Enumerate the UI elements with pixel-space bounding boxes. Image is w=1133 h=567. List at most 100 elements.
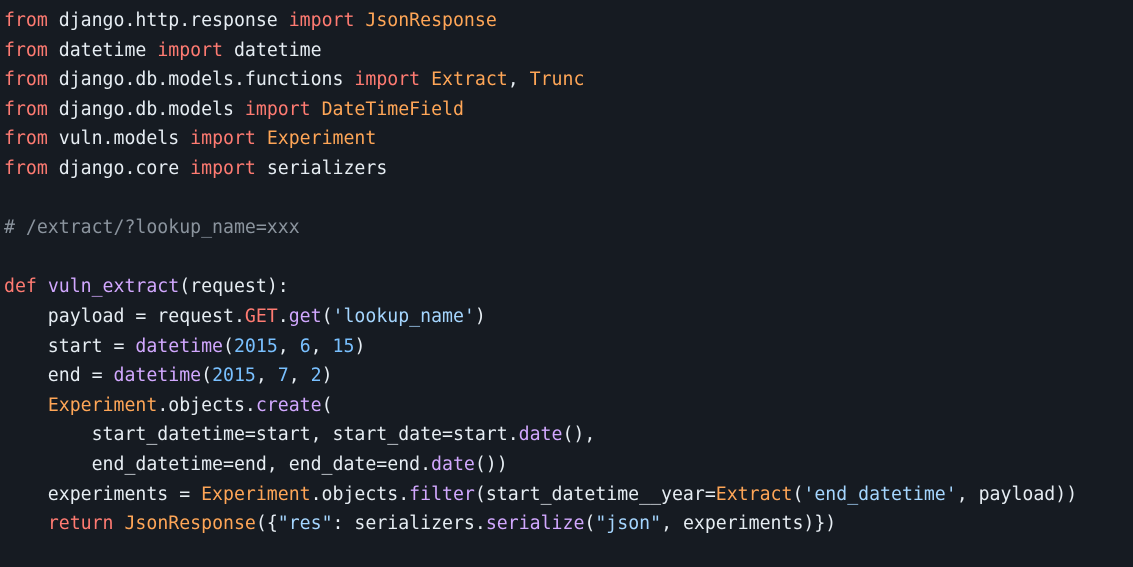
function-token: datetime <box>135 335 224 357</box>
class-token: Extract <box>431 69 508 91</box>
code-token: ) <box>321 365 333 387</box>
code-token: (start_datetime__year= <box>474 483 716 505</box>
code-token: , <box>310 335 333 357</box>
code-line: end = datetime(2015, 7, 2) <box>4 361 1133 391</box>
code-token: experiments = <box>4 483 202 505</box>
code-token: ( <box>584 513 596 535</box>
number-token: 15 <box>332 335 355 357</box>
code-token: (request): <box>179 276 289 298</box>
code-token: , <box>255 365 278 387</box>
code-token: django.db.models.functions <box>47 69 355 91</box>
code-line: from datetime import datetime <box>4 36 1133 66</box>
class-token: JsonResponse <box>365 10 497 31</box>
function-token: date <box>431 453 475 475</box>
keyword-token: import <box>190 157 256 179</box>
code-line: payload = request.GET.get('lookup_name') <box>4 302 1133 332</box>
code-token: ( <box>321 394 333 416</box>
code-token: serializers <box>255 157 388 179</box>
string-token: "res" <box>277 513 333 535</box>
code-token: .objects. <box>157 394 256 416</box>
code-editor: from django.http.response import JsonRes… <box>0 0 1133 567</box>
class-token: DateTimeField <box>321 98 464 120</box>
code-token: ({ <box>255 513 278 535</box>
keyword-token: return <box>47 513 114 535</box>
code-token: ( <box>223 335 234 357</box>
function-token: get <box>288 305 322 327</box>
code-line: return JsonResponse({"res": serializers.… <box>4 509 1133 539</box>
keyword-token: from <box>4 128 48 150</box>
keyword-token: from <box>4 157 48 179</box>
keyword-token: from <box>4 10 48 31</box>
code-token: ()) <box>474 453 508 475</box>
number-token: 2015 <box>233 335 278 357</box>
code-line: Experiment.objects.create( <box>4 391 1133 421</box>
number-token: 7 <box>277 365 289 387</box>
code-token: datetime <box>47 39 158 61</box>
code-token: , <box>288 365 311 387</box>
code-token: vuln.models <box>47 128 191 150</box>
keyword-token: from <box>4 98 48 120</box>
code-token: (), <box>562 424 596 446</box>
string-token: "json" <box>595 513 662 535</box>
code-token: ( <box>201 365 213 387</box>
function-token: vuln_extract <box>47 276 180 298</box>
class-token: Experiment <box>47 394 158 416</box>
code-token: . <box>277 305 289 327</box>
code-token: , experiments)}) <box>661 513 837 535</box>
number-token: 6 <box>299 335 311 357</box>
comment-token: # /extract/?lookup_name=xxx <box>4 217 300 239</box>
code-token: start_datetime=start, start_date=start. <box>4 424 519 446</box>
code-line: # /extract/?lookup_name=xxx <box>4 213 1133 243</box>
code-line: from django.db.models import DateTimeFie… <box>4 95 1133 125</box>
code-line: ​ <box>4 243 1133 273</box>
keyword-token: import <box>354 69 421 91</box>
code-lines: from django.http.response import JsonRes… <box>4 6 1133 539</box>
code-line: from django.http.response import JsonRes… <box>4 6 1133 36</box>
code-token: , <box>277 335 300 357</box>
code-line: ​ <box>4 184 1133 214</box>
code-line: from django.db.models.functions import E… <box>4 65 1133 95</box>
keyword-token: GET <box>244 305 278 327</box>
keyword-token: def <box>4 276 37 298</box>
code-token: ) <box>474 305 486 327</box>
code-line: from vuln.models import Experiment <box>4 124 1133 154</box>
code-token: : serializers. <box>332 513 486 535</box>
function-token: filter <box>409 483 475 505</box>
string-token: 'end_datetime' <box>803 483 957 505</box>
code-token: django.http.response <box>47 10 289 31</box>
code-token: start = <box>4 335 136 357</box>
string-token: 'lookup_name' <box>332 305 475 327</box>
keyword-token: from <box>4 39 48 61</box>
function-token: serialize <box>485 513 585 535</box>
number-token: 2 <box>310 365 322 387</box>
code-line: def vuln_extract(request): <box>4 272 1133 302</box>
class-token: JsonResponse <box>124 513 256 535</box>
code-token: django.core <box>47 157 191 179</box>
function-token: create <box>255 394 322 416</box>
code-line: experiments = Experiment.objects.filter(… <box>4 480 1133 510</box>
code-token: datetime <box>223 39 322 61</box>
code-line: start = datetime(2015, 6, 15) <box>4 332 1133 362</box>
keyword-token: from <box>4 69 48 91</box>
code-line: from django.core import serializers <box>4 154 1133 184</box>
keyword-token: import <box>157 39 224 61</box>
code-token: , payload)) <box>956 483 1078 505</box>
class-token: Extract <box>715 483 793 505</box>
code-token: payload = request. <box>4 305 245 327</box>
keyword-token: import <box>190 128 256 150</box>
keyword-token: import <box>288 10 355 31</box>
keyword-token: import <box>244 98 311 120</box>
code-token: , <box>507 69 530 91</box>
code-token: end_datetime=end, end_date=end. <box>4 453 432 475</box>
code-line: end_datetime=end, end_date=end.date()) <box>4 450 1133 480</box>
code-token: ( <box>321 305 333 327</box>
function-token: datetime <box>113 365 202 387</box>
code-line: start_datetime=start, start_date=start.d… <box>4 420 1133 450</box>
